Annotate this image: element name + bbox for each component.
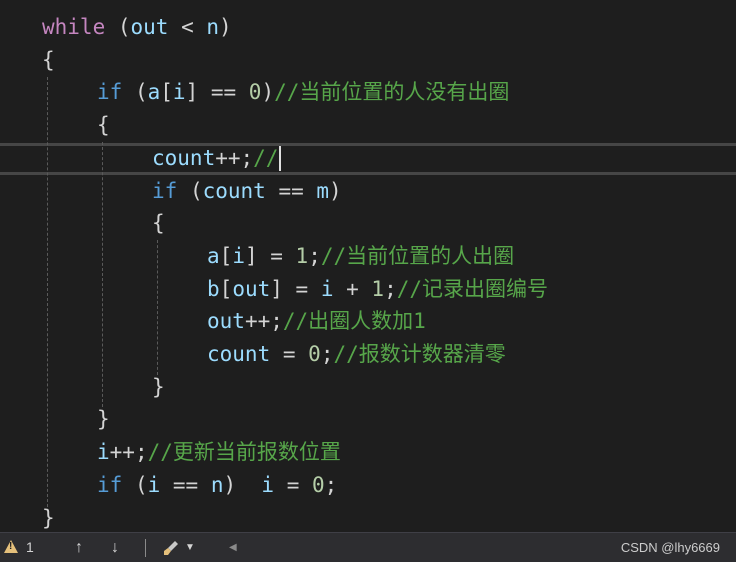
- code-token-plain: ): [223, 472, 262, 497]
- code-token-comment: //当前位置的人没有出圈: [274, 80, 510, 105]
- indent-guide: [102, 142, 103, 407]
- code-line[interactable]: {: [152, 207, 165, 240]
- code-token-variable: count: [207, 342, 271, 366]
- watermark: CSDN @lhy6669: [620, 540, 720, 555]
- code-line[interactable]: {: [97, 109, 110, 142]
- code-token-variable: i: [172, 80, 186, 105]
- code-line[interactable]: }: [42, 502, 55, 533]
- code-token-plain: ++;: [244, 309, 283, 334]
- code-token-plain: ;: [320, 342, 334, 366]
- code-token-plain: ): [261, 80, 275, 105]
- code-token-plain: <: [168, 15, 207, 39]
- code-line[interactable]: if (count == m): [152, 175, 342, 208]
- code-token-number: 0: [308, 342, 321, 366]
- code-token-plain: ] ==: [185, 80, 249, 105]
- status-bar: ! 1 ↑ ↓ ▼ ◀ CSDN @lhy6669: [0, 532, 736, 562]
- code-line[interactable]: {: [42, 44, 55, 77]
- code-token-plain: [: [160, 80, 173, 105]
- arrow-down-icon[interactable]: ↓: [111, 533, 119, 562]
- arrow-up-icon[interactable]: ↑: [75, 533, 83, 562]
- separator: [145, 539, 146, 557]
- caret-down-icon[interactable]: ▼: [185, 533, 195, 562]
- code-line[interactable]: if (a[i] == 0)//当前位置的人没有出圈: [97, 76, 509, 109]
- code-token-variable: i: [97, 440, 110, 465]
- code-token-control: if: [152, 178, 178, 203]
- code-token-control: if: [97, 80, 123, 105]
- code-token-plain: +: [333, 276, 372, 301]
- code-token-variable: i: [261, 472, 275, 497]
- code-token-plain: (: [122, 472, 148, 497]
- code-line[interactable]: i++;//更新当前报数位置: [97, 436, 341, 469]
- code-token-comment: //报数计数器清零: [333, 342, 506, 366]
- brush-icon[interactable]: [162, 533, 180, 562]
- caret-left-icon[interactable]: ◀: [229, 533, 237, 562]
- code-token-plain: (: [177, 178, 203, 203]
- code-token-comment: //出圈人数加1: [282, 309, 426, 334]
- code-line[interactable]: count++;//: [152, 142, 282, 175]
- code-token-variable: n: [206, 15, 220, 39]
- code-line[interactable]: b[out] = i + 1;//记录出圈编号: [207, 273, 548, 306]
- code-token-variable: a: [147, 80, 161, 105]
- code-token-plain: {: [97, 113, 110, 138]
- code-token-plain: ): [329, 178, 342, 203]
- code-token-plain: }: [42, 505, 55, 530]
- code-token-plain: }: [97, 407, 110, 432]
- code-token-plain: ;: [308, 243, 321, 268]
- code-token-variable: i: [147, 472, 161, 497]
- indent-guide: [157, 240, 158, 375]
- code-token-plain: (: [105, 15, 131, 39]
- code-token-plain: [: [219, 276, 233, 301]
- code-token-variable: count: [152, 145, 216, 170]
- code-token-plain: ++;: [215, 145, 254, 170]
- code-token-plain: =: [270, 342, 309, 366]
- code-token-plain: }: [152, 374, 165, 399]
- code-token-plain: {: [152, 211, 165, 236]
- code-token-keyword: while: [42, 15, 106, 39]
- code-token-plain: (: [122, 80, 148, 105]
- code-editor[interactable]: while (out < n){if (a[i] == 0)//当前位置的人没有…: [0, 0, 736, 532]
- code-token-control: if: [97, 472, 123, 497]
- code-line[interactable]: a[i] = 1;//当前位置的人出圈: [207, 240, 514, 273]
- code-token-variable: count: [202, 178, 266, 203]
- code-token-number: 1: [295, 243, 309, 268]
- code-token-number: 0: [312, 472, 325, 497]
- text-caret: [279, 146, 282, 172]
- code-token-variable: b: [207, 276, 220, 301]
- code-token-number: 1: [371, 276, 385, 301]
- code-token-plain: ;: [324, 472, 338, 497]
- code-token-plain: {: [42, 47, 55, 72]
- code-token-comment: //记录出圈编号: [396, 276, 549, 301]
- indent-guide: [47, 77, 48, 507]
- code-token-variable: i: [320, 276, 334, 301]
- code-token-number: 0: [248, 80, 262, 105]
- code-token-plain: ): [219, 15, 232, 39]
- code-token-plain: ==: [160, 472, 211, 497]
- code-token-variable: a: [207, 243, 220, 268]
- code-token-comment: //当前位置的人出圈: [320, 243, 515, 268]
- code-line[interactable]: if (i == n) i = 0;: [97, 469, 337, 502]
- code-token-plain: [: [219, 243, 233, 268]
- code-token-plain: =: [274, 472, 313, 497]
- code-token-plain: ++;: [109, 440, 148, 465]
- code-token-comment: //更新当前报数位置: [147, 440, 341, 465]
- code-token-plain: ] =: [244, 243, 296, 268]
- code-line[interactable]: }: [152, 371, 165, 404]
- code-line[interactable]: count = 0;//报数计数器清零: [207, 338, 506, 371]
- code-line[interactable]: while (out < n): [42, 11, 232, 44]
- warning-count[interactable]: 1: [26, 533, 34, 562]
- code-token-plain: ;: [384, 276, 397, 301]
- current-line-highlight: [0, 143, 736, 175]
- code-token-plain: ==: [265, 178, 317, 203]
- code-token-variable: i: [232, 243, 245, 268]
- code-token-variable: m: [316, 178, 330, 203]
- code-token-variable: out: [130, 15, 169, 39]
- code-token-variable: out: [232, 276, 271, 301]
- code-token-plain: ] =: [270, 276, 321, 301]
- code-line[interactable]: out++;//出圈人数加1: [207, 305, 426, 338]
- code-line[interactable]: }: [97, 403, 110, 436]
- warning-triangle-icon[interactable]: !: [4, 540, 18, 553]
- code-token-comment: //: [253, 145, 279, 170]
- code-token-variable: out: [207, 309, 245, 334]
- code-token-variable: n: [210, 472, 224, 497]
